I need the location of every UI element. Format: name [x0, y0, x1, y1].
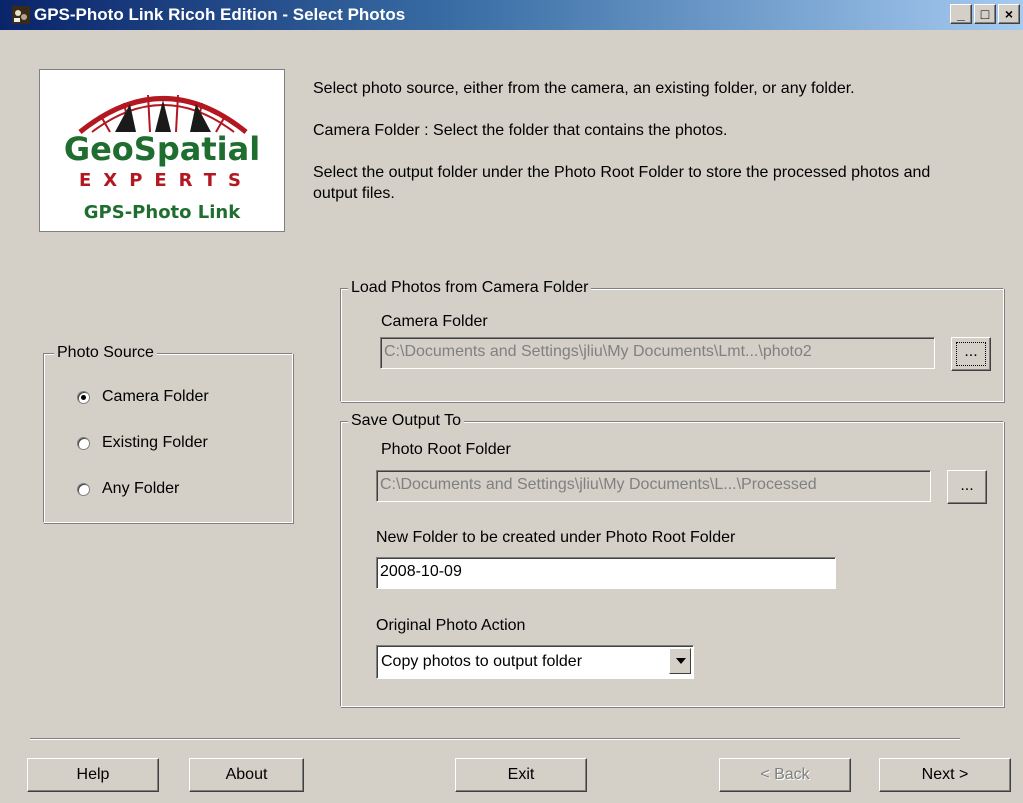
maximize-icon: □: [980, 6, 990, 22]
chevron-down-icon[interactable]: [669, 648, 691, 674]
radio-any-folder[interactable]: Any Folder: [77, 480, 179, 498]
help-button[interactable]: Help: [27, 758, 159, 792]
instruction-output: Select the output folder under the Photo…: [313, 164, 931, 202]
logo-text-geospatial: GeoSpatial: [63, 130, 261, 168]
help-label: Help: [76, 766, 110, 783]
radio-camera-folder[interactable]: Camera Folder: [77, 388, 209, 406]
load-photos-legend: Load Photos from Camera Folder: [348, 279, 592, 297]
geospatial-logo: GeoSpatial EXPERTS GPS-Photo Link: [39, 69, 285, 232]
close-icon: ×: [1004, 6, 1014, 22]
original-photo-action-select[interactable]: Copy photos to output folder: [376, 645, 694, 679]
radio-label: Camera Folder: [102, 388, 209, 405]
back-button[interactable]: < Back: [719, 758, 851, 792]
radio-button[interactable]: [77, 436, 90, 450]
minimize-icon: _: [957, 6, 965, 22]
camera-folder-browse-button[interactable]: ...: [951, 337, 991, 371]
close-button[interactable]: ×: [998, 4, 1020, 24]
exit-label: Exit: [507, 766, 535, 783]
select-value: Copy photos to output folder: [381, 653, 583, 670]
instruction-source: Select photo source, either from the cam…: [313, 80, 855, 97]
logo-text-experts: EXPERTS: [79, 170, 253, 191]
about-label: About: [225, 766, 268, 783]
maximize-button[interactable]: □: [974, 4, 996, 24]
camera-folder-label: Camera Folder: [381, 313, 488, 330]
photo-source-legend: Photo Source: [54, 344, 157, 362]
browse-label: ...: [960, 477, 974, 494]
title-bar: GPS-Photo Link Ricoh Edition - Select Ph…: [0, 0, 1023, 30]
radio-button-checked[interactable]: [77, 390, 90, 404]
about-button[interactable]: About: [189, 758, 304, 792]
save-output-legend: Save Output To: [348, 412, 464, 430]
app-icon[interactable]: [12, 6, 30, 24]
window-controls: _ □ ×: [948, 4, 1020, 24]
radio-button[interactable]: [77, 482, 90, 496]
minimize-button[interactable]: _: [950, 4, 972, 24]
radio-label: Existing Folder: [102, 434, 208, 451]
footer-separator: [30, 738, 960, 740]
photo-root-folder-label: Photo Root Folder: [381, 441, 511, 458]
new-folder-field[interactable]: 2008-10-09: [376, 557, 836, 589]
camera-folder-field[interactable]: C:\Documents and Settings\jliu\My Docume…: [380, 337, 935, 369]
radio-existing-folder[interactable]: Existing Folder: [77, 434, 208, 452]
instruction-camera-folder: Camera Folder : Select the folder that c…: [313, 122, 728, 139]
original-photo-action-label: Original Photo Action: [376, 617, 526, 634]
focus-rect: [956, 342, 986, 366]
photo-root-folder-field[interactable]: C:\Documents and Settings\jliu\My Docume…: [376, 470, 931, 502]
next-button[interactable]: Next >: [879, 758, 1011, 792]
photo-root-browse-button[interactable]: ...: [947, 470, 987, 504]
back-label: < Back: [760, 766, 810, 783]
window-title: GPS-Photo Link Ricoh Edition - Select Ph…: [34, 5, 406, 24]
instructions: Select photo source, either from the cam…: [313, 78, 933, 225]
exit-button[interactable]: Exit: [455, 758, 587, 792]
next-label: Next >: [921, 766, 969, 783]
logo-text-product: GPS-Photo Link: [83, 202, 241, 223]
new-folder-label: New Folder to be created under Photo Roo…: [376, 529, 736, 546]
radio-label: Any Folder: [102, 480, 180, 497]
